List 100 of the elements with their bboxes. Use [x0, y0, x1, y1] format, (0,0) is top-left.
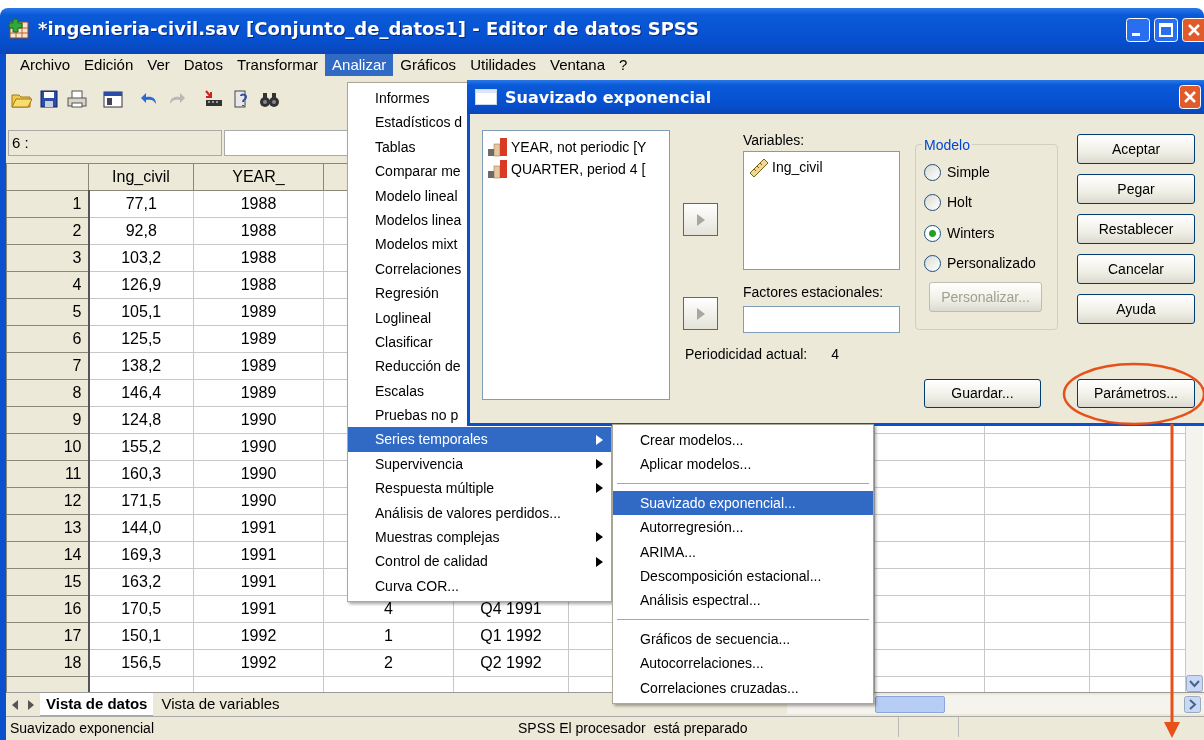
table-cell: 1990 — [193, 433, 324, 461]
menu-item[interactable]: Análisis de valores perdidos... — [348, 500, 611, 526]
radio-label: Holt — [947, 193, 972, 213]
dialog-title: Suavizado exponencial — [505, 87, 712, 107]
ruler-icon — [748, 157, 770, 177]
menu-item[interactable]: Crear modelos... — [613, 428, 873, 453]
cell-reference: 6 : — [8, 130, 222, 156]
menu-item[interactable]: Respuesta múltiple — [348, 476, 611, 501]
menu-item[interactable]: ARIMA... — [613, 539, 873, 564]
tab[interactable]: Vista de variables — [155, 692, 286, 717]
table-cell: 146,4 — [88, 379, 194, 407]
radio-button[interactable] — [924, 255, 941, 273]
table-cell: 2 — [323, 649, 454, 677]
menu-item[interactable]: Archivo — [13, 54, 78, 76]
save-button[interactable]: Guardar... — [924, 379, 1041, 408]
row-header: 9 — [6, 406, 89, 434]
minimize-button[interactable] — [1126, 18, 1150, 42]
menu-item[interactable]: Aplicar modelos... — [613, 452, 873, 477]
table-cell: 1989 — [193, 352, 324, 380]
move-right-button[interactable] — [683, 297, 718, 330]
tab[interactable]: Vista de datos — [40, 692, 154, 717]
row-header: 7 — [6, 352, 89, 380]
table-cell: 1988 — [193, 190, 324, 218]
menu-item[interactable]: Utilidades — [463, 54, 543, 76]
row-header: 4 — [6, 271, 89, 299]
dialog-recall-icon[interactable] — [102, 88, 124, 110]
move-right-button[interactable] — [683, 203, 718, 236]
menu-item[interactable]: Suavizado exponencial... — [613, 490, 873, 516]
list-item[interactable]: YEAR, not periodic [Y — [511, 136, 647, 158]
table-cell: 169,3 — [88, 541, 194, 569]
maximize-button[interactable] — [1154, 18, 1178, 42]
table-cell: 156,5 — [88, 649, 194, 677]
right-arrow-icon — [696, 213, 705, 226]
row-header: 11 — [6, 460, 89, 488]
scroll-right-icon[interactable] — [1184, 696, 1201, 713]
variables-list[interactable]: Ing_civil — [743, 151, 900, 270]
scroll-down-icon[interactable] — [1186, 675, 1203, 692]
row-header: 10 — [6, 433, 89, 461]
menu-item[interactable]: Series temporales — [348, 427, 611, 452]
table-cell: Q1 1992 — [453, 622, 569, 650]
scroll-thumb[interactable] — [875, 696, 945, 713]
menu-item[interactable]: Descomposición estacional... — [613, 563, 873, 589]
table-cell: 160,3 — [88, 460, 194, 488]
save-icon[interactable] — [38, 88, 60, 110]
window-title: *ingenieria-civil.sav [Conjunto_de_datos1] - Editor de datos SPSS — [38, 18, 699, 39]
menu-item[interactable]: Autocorrelaciones... — [613, 651, 873, 676]
menu-item[interactable]: ? — [612, 54, 635, 76]
menu-item[interactable]: Correlaciones cruzadas... — [613, 675, 873, 700]
table-cell: 144,0 — [88, 514, 194, 542]
table-cell: 1988 — [193, 244, 324, 272]
table-cell: 1 — [323, 622, 454, 650]
dialog-button[interactable]: Cancelar — [1077, 254, 1195, 284]
menu-item[interactable]: Edición — [77, 54, 141, 76]
radio-button[interactable] — [924, 163, 941, 181]
close-button[interactable] — [1182, 18, 1204, 42]
menu-item[interactable]: Ventana — [543, 54, 613, 76]
row-header: 14 — [6, 541, 89, 569]
menu-item[interactable]: Control de calidad — [348, 549, 611, 574]
menu-item[interactable]: Autorregresión... — [613, 515, 873, 540]
table-cell: 138,2 — [88, 352, 194, 380]
variable-list[interactable]: YEAR, not periodic [Y QUARTER, period 4 [ — [482, 130, 670, 400]
table-cell: 125,5 — [88, 325, 194, 353]
seasonal-factors-field[interactable] — [743, 306, 900, 333]
menu-item[interactable]: Datos — [176, 54, 230, 76]
periodicity-value: 4 — [831, 345, 839, 364]
table-cell: 1989 — [193, 379, 324, 407]
menu-item[interactable]: Supervivencia — [348, 451, 611, 477]
menu-item[interactable]: Análisis espectral... — [613, 588, 873, 613]
parameters-button[interactable]: Parámetros... — [1077, 379, 1195, 408]
menu-item[interactable]: Gráficos de secuencia... — [613, 626, 873, 652]
status-text: Suavizado exponencial — [9, 719, 155, 738]
dialog-button[interactable]: Restablecer — [1077, 214, 1195, 244]
dialog-button[interactable]: Aceptar — [1077, 134, 1195, 164]
row-header: 12 — [6, 487, 89, 515]
menu-item[interactable]: Muestras complejas — [348, 525, 611, 550]
print-icon[interactable] — [66, 88, 88, 110]
row-header: 15 — [6, 568, 89, 596]
row-header: 8 — [6, 379, 89, 407]
column-header: Ing_civil — [88, 163, 194, 191]
list-item[interactable]: QUARTER, period 4 [ — [511, 158, 646, 180]
menu-item[interactable]: Gráficos — [393, 54, 464, 76]
dialog-button[interactable]: Ayuda — [1077, 294, 1195, 324]
menu-item[interactable]: Analizar — [325, 54, 394, 76]
row-header: 2 — [6, 217, 89, 245]
table-cell: 150,1 — [88, 622, 194, 650]
menu-item[interactable]: Ver — [140, 54, 177, 76]
menu-item[interactable]: Transformar — [229, 54, 326, 76]
table-cell: 124,8 — [88, 406, 194, 434]
table-cell: 1990 — [193, 460, 324, 488]
radio-button[interactable] — [924, 194, 941, 212]
dialog-button[interactable]: Pegar — [1077, 174, 1195, 204]
table-cell: 1988 — [193, 271, 324, 299]
field-label: Variables: — [743, 131, 806, 150]
radio-button[interactable] — [924, 224, 941, 242]
close-button[interactable] — [1179, 85, 1201, 109]
table-cell: 1991 — [193, 514, 324, 542]
bar-chart-icon — [487, 159, 509, 179]
table-cell: 1989 — [193, 325, 324, 353]
list-item[interactable]: Ing_civil — [772, 156, 823, 178]
table-cell: 1990 — [193, 406, 324, 434]
